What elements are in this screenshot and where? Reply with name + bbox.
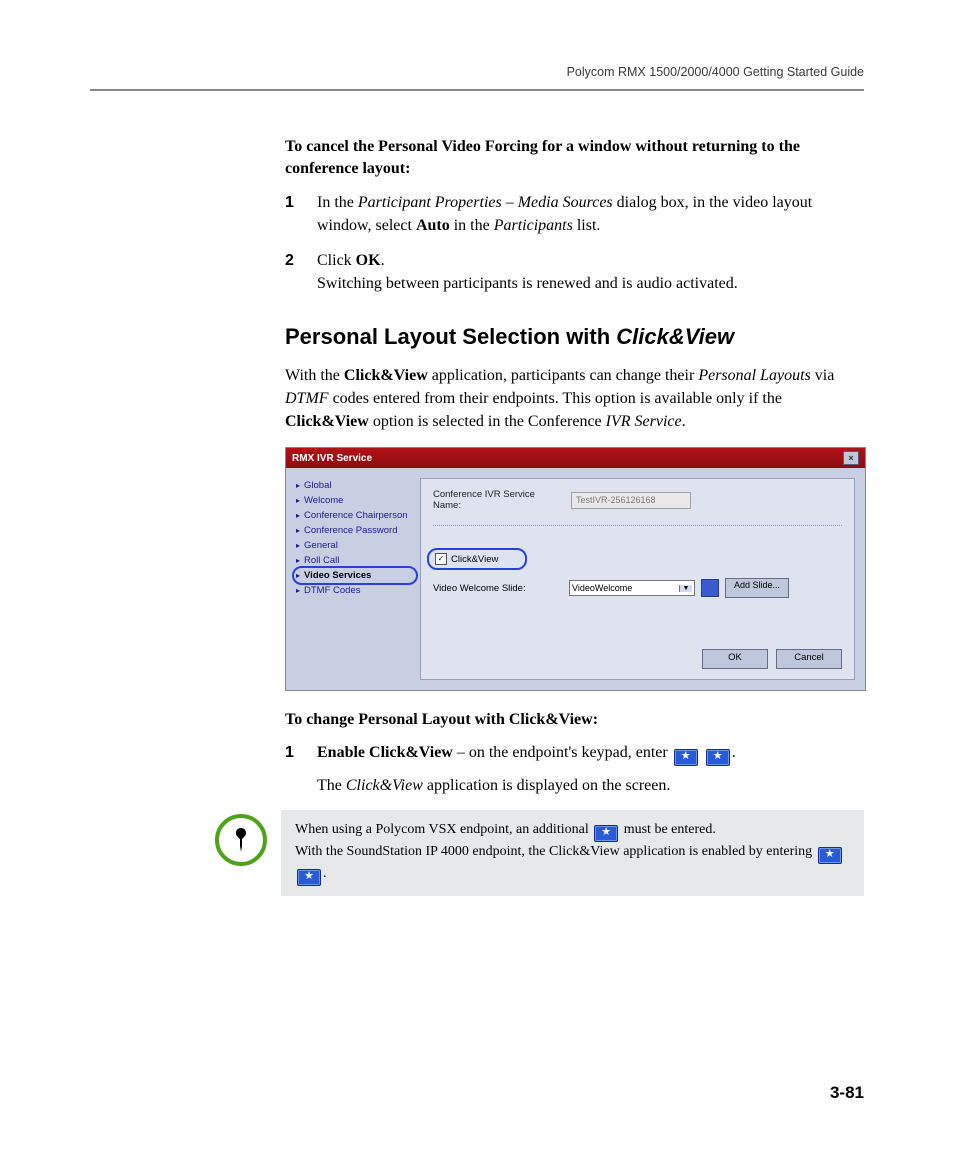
ok-button[interactable]: OK [702,649,768,669]
header-rule [90,89,864,91]
section-heading: Personal Layout Selection with Click&Vie… [285,324,864,350]
nav-welcome[interactable]: ▸Welcome [296,493,414,508]
step-body: Click OK. Switching between participants… [317,249,864,295]
dialog-title-text: RMX IVR Service [292,453,372,464]
service-name-row: Conference IVR Service Name: TestIVR-256… [433,489,842,511]
checkbox-icon[interactable]: ✓ [435,553,447,565]
chevron-right-icon: ▸ [296,526,300,535]
nav-conf-chair[interactable]: ▸Conference Chairperson [296,508,414,523]
step-body: In the Participant Properties – Media So… [317,191,864,237]
running-header: Polycom RMX 1500/2000/4000 Getting Start… [90,65,864,79]
star-key-icon: ★ [706,749,730,766]
nav-video-services[interactable]: ▸Video Services [296,568,414,583]
step-b-1: 1 Enable Click&View – on the endpoint's … [285,741,864,797]
nav-general[interactable]: ▸General [296,538,414,553]
service-name-label: Conference IVR Service Name: [433,489,563,511]
star-key-icon: ★ [297,869,321,886]
step-a-1: 1 In the Participant Properties – Media … [285,191,864,237]
clickview-checkbox-row[interactable]: ✓ Click&View [433,552,521,566]
add-slide-button[interactable]: Add Slide... [725,578,789,598]
step-number: 2 [285,249,317,295]
nav-dtmf-codes[interactable]: ▸DTMF Codes [296,583,414,598]
change-layout-heading: To change Personal Layout with Click&Vie… [285,709,864,731]
service-name-field[interactable]: TestIVR-256126168 [571,492,691,509]
ivr-service-dialog: RMX IVR Service × ▸Global ▸Welcome ▸Conf… [285,447,866,691]
step-a-2: 2 Click OK. Switching between participan… [285,249,864,295]
dialog-main-panel: Conference IVR Service Name: TestIVR-256… [420,478,855,680]
chevron-right-icon: ▸ [296,541,300,550]
star-key-icon: ★ [594,825,618,842]
chevron-down-icon: ▼ [679,585,692,592]
chevron-right-icon: ▸ [296,511,300,520]
star-key-icon: ★ [818,847,842,864]
chevron-right-icon: ▸ [296,571,300,580]
nav-roll-call[interactable]: ▸Roll Call [296,553,414,568]
welcome-slide-dropdown[interactable]: VideoWelcome ▼ [569,580,695,596]
star-key-icon: ★ [674,749,698,766]
chevron-right-icon: ▸ [296,586,300,595]
note-text: When using a Polycom VSX endpoint, an ad… [281,810,864,896]
dialog-titlebar: RMX IVR Service × [286,448,865,468]
chevron-right-icon: ▸ [296,496,300,505]
nav-global[interactable]: ▸Global [296,478,414,493]
cancel-button[interactable]: Cancel [776,649,842,669]
intro-paragraph: With the Click&View application, partici… [285,364,864,434]
chevron-right-icon: ▸ [296,556,300,565]
page-number: 3-81 [830,1083,864,1103]
step-number: 1 [285,741,317,797]
divider [433,525,842,526]
dialog-footer: OK Cancel [433,639,842,669]
dialog-nav: ▸Global ▸Welcome ▸Conference Chairperson… [296,478,420,680]
step-body: Enable Click&View – on the endpoint's ke… [317,741,864,797]
note-pin-icon [215,814,267,866]
note-block: When using a Polycom VSX endpoint, an ad… [215,810,864,896]
close-icon[interactable]: × [843,451,859,465]
welcome-slide-row: Video Welcome Slide: VideoWelcome ▼ Add … [433,578,842,598]
cancel-forcing-heading: To cancel the Personal Video Forcing for… [285,136,864,181]
preview-slide-button[interactable] [701,579,719,597]
chevron-right-icon: ▸ [296,481,300,490]
clickview-checkbox-label: Click&View [451,554,498,565]
nav-conf-password[interactable]: ▸Conference Password [296,523,414,538]
step-number: 1 [285,191,317,237]
welcome-slide-label: Video Welcome Slide: [433,583,563,594]
